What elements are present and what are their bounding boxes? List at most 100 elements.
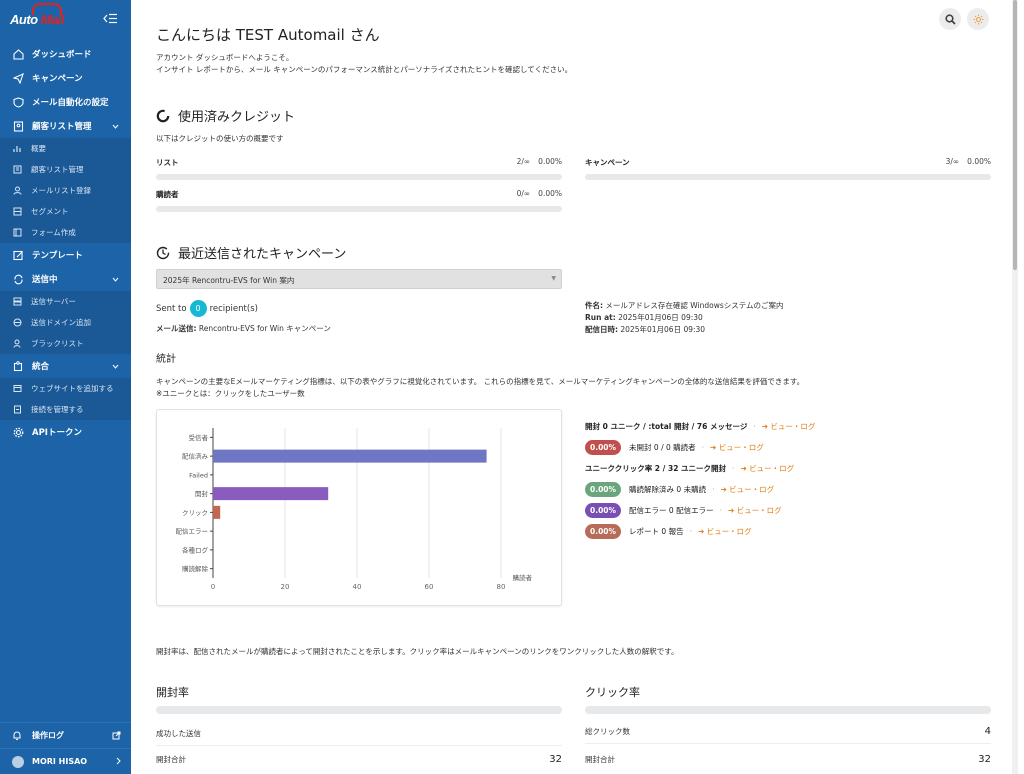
sidebar-subitem-form[interactable]: フォーム作成 [0,222,131,243]
sidebar-item-label: キャンペーン [32,74,83,84]
credit-row-list: リスト 2/∞ 0.00% [156,157,562,180]
x-tick-label: 20 [281,583,290,591]
view-log-link[interactable]: ➔ ビュー・ログ [762,421,816,432]
intro-text: アカウント ダッシュボードへようこそ。 インサイト レポートから、メール キャン… [156,53,573,74]
recipient-count-badge: 0 [189,300,207,317]
sidebar-item-sending[interactable]: 送信中 [0,267,131,291]
delivery-error-row: 0.00% 配信エラー 0 配信エラー · ➔ ビュー・ログ [585,500,995,521]
theme-toggle-button[interactable] [967,8,989,30]
sidebar-subitem-mail-list[interactable]: メールリスト登録 [0,180,131,201]
collapse-sidebar-icon[interactable] [103,13,117,24]
operation-log-link[interactable]: 操作ログ [0,722,131,748]
view-log-link[interactable]: ➔ ビュー・ログ [698,526,752,537]
sidebar-item-template[interactable]: テンプレート [0,243,131,267]
y-tick-label: 開封 [195,489,209,498]
view-log-link[interactable]: ➔ ビュー・ログ [728,505,782,516]
puzzle-icon [12,360,24,372]
status-badge: 0.00% [585,482,622,497]
y-tick-label: 受信者 [189,433,209,442]
integration-submenu: ウェブサイトを追加する 接続を管理する [0,378,131,420]
x-tick-label: 40 [353,583,362,591]
total-clicks-row: 総クリック数 4 [585,726,991,744]
view-log-link[interactable]: ➔ ビュー・ログ [710,442,764,453]
y-tick-label: 購読解除 [182,564,209,573]
campaign-meta: 件名: メールアドレス存在確認 Windowsシステムのご案内 Run at: … [585,301,784,334]
y-tick-label: 各種ログ [182,545,209,554]
open-rate-bar [156,706,562,714]
click-rate-title: クリック率 [585,686,640,699]
sidebar-subitem-sending-server[interactable]: 送信サーバー [0,291,131,312]
user-menu[interactable]: MORI HISAO [0,748,131,774]
sidebar-subitem-customer-list[interactable]: 顧客リスト管理 [0,159,131,180]
website-icon [12,384,22,394]
open-summary-row: 開封 0 ユニーク / :total 開封 / 76 メッセージ · ➔ ビュー・ロ… [585,421,816,432]
view-log-link[interactable]: ➔ ビュー・ログ [740,463,794,474]
campaign-select[interactable]: 2025年 Rencontru-EVS for Win 案内 ▼ [156,269,562,289]
chevron-right-icon [116,757,121,767]
shield-icon [12,96,24,108]
status-badge: 0.00% [585,503,622,518]
sending-submenu: 送信サーバー 送信ドメイン追加 ブラックリスト [0,291,131,354]
edit-icon [12,249,24,261]
address-book-icon [12,120,24,132]
sidebar-item-label: メール自動化の設定 [32,98,109,108]
bell-icon [12,730,24,741]
x-tick-label: 0 [211,583,215,591]
sync-icon [12,273,24,285]
logo-text: Auto Mail [10,12,65,27]
sidebar-item-label: 顧客リスト管理 [32,122,92,132]
sidebar-item-label: テンプレート [32,251,83,261]
sent-to-summary: Sent to 0 recipient(s) [156,300,258,317]
sidebar-subitem-manage-connections[interactable]: 接続を管理する [0,399,131,420]
stats-bar-chart: 0 20 40 60 80 受信者配信済み Failed 開封クリック配信エラー各種ログ購読解… [176,428,533,591]
status-badge: 0.00% [585,524,622,539]
sidebar-item-label: 統合 [32,362,50,372]
page-title: こんにちは TEST Automail さん [156,26,380,44]
progress-bar [156,174,562,180]
sidebar-item-dashboard[interactable]: ダッシュボード [0,42,131,66]
sidebar-item-api-token[interactable]: APIトークン [0,420,131,444]
y-tick-label: 配信エラー [176,527,209,536]
top-actions [939,8,989,30]
globe-icon [12,318,22,328]
y-tick-label: 配信済み [182,452,209,461]
app-logo[interactable]: Auto Mail [0,0,131,38]
progress-bar [585,174,991,180]
stats-legend: 開封 0 ユニーク / :total 開封 / 76 メッセージ · ➔ ビュー・ロ… [585,416,995,542]
view-log-link[interactable]: ➔ ビュー・ログ [720,484,774,495]
sidebar-item-campaign[interactable]: キャンペーン [0,66,131,90]
open-total-row: 開封合計 32 [156,754,562,765]
click-summary-row: ユニーククリック率 2 / 32 ユニーク開封 · ➔ ビュー・ログ [585,463,795,474]
clock-icon [156,246,170,259]
sidebar-subitem-add-website[interactable]: ウェブサイトを追加する [0,378,131,399]
x-tick-label: 80 [497,583,506,591]
home-icon [12,48,24,60]
sidebar-footer: 操作ログ MORI HISAO [0,722,131,774]
report-row: 0.00% レポート 0 報告 · ➔ ビュー・ログ [585,521,995,542]
click-rate-bar [585,706,991,714]
sidebar-item-automation[interactable]: メール自動化の設定 [0,90,131,114]
progress-bar [156,206,562,212]
stats-title: 統計 [156,354,176,365]
sidebar-subitem-blacklist[interactable]: ブラックリスト [0,333,131,354]
sidebar-subitem-sending-domain[interactable]: 送信ドメイン追加 [0,312,131,333]
paper-plane-icon [12,72,24,84]
form-icon [12,228,22,238]
search-button[interactable] [939,8,961,30]
y-tick-label: Failed [189,471,208,479]
server-icon [12,297,22,307]
sidebar-subitem-overview[interactable]: 概要 [0,138,131,159]
mail-send-info: メール送信: Rencontru-EVS for Win キャンペーン [156,324,331,333]
credits-title: 使用済みクレジット [156,106,295,125]
scrollbar-thumb[interactable] [1013,0,1017,270]
scrollbar[interactable] [1012,0,1018,774]
bar-4 [213,505,221,519]
sidebar-item-integration[interactable]: 統合 [0,354,131,378]
open-total-row-right: 開封合計 32 [585,754,991,765]
stats-chart-card: 0 20 40 60 80 受信者 配信済み Failed 開封 クリック 配信エラー 各種ログ 購読解… [156,409,562,606]
sidebar-item-customer-list[interactable]: 顧客リスト管理 [0,114,131,138]
spinner-icon [156,109,170,122]
credit-row-subscribers: 購読者 0/∞ 0.00% [156,189,562,212]
sidebar-subitem-segment[interactable]: セグメント [0,201,131,222]
credit-row-campaign: キャンペーン 3/∞ 0.00% [585,157,991,180]
